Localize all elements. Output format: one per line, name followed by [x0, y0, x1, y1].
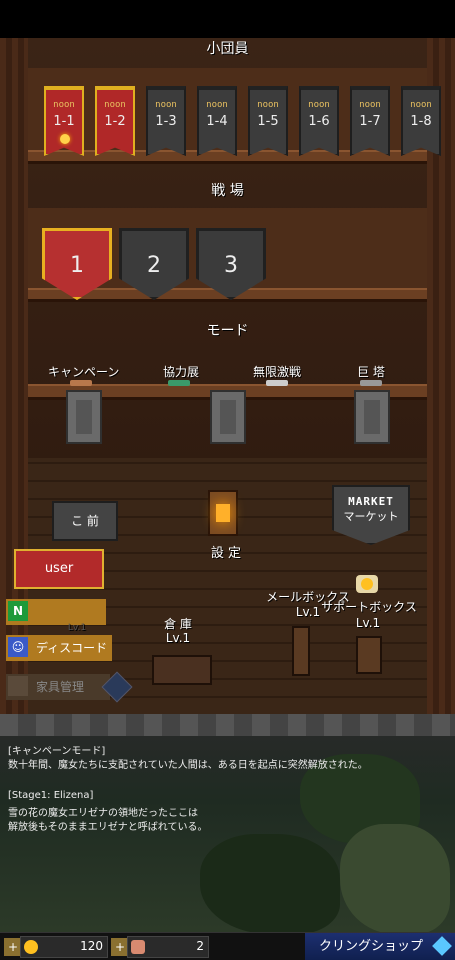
- mode-tower[interactable]: 巨 塔: [357, 363, 385, 380]
- squad-banner-7[interactable]: noon 1-7: [350, 86, 390, 156]
- market-sign-en: MARKET: [348, 495, 394, 508]
- support-box-label[interactable]: サポートボックス: [316, 598, 422, 615]
- coin-icon: [24, 940, 38, 954]
- tree-decoration-2: [200, 834, 340, 932]
- diamond-icon: [432, 936, 452, 956]
- squad-banner-5[interactable]: noon 1-5: [248, 86, 288, 156]
- squad-banner-4[interactable]: noon 1-4: [197, 86, 237, 156]
- squad-banner-tag: noon: [155, 100, 177, 110]
- discord-label: ディスコード: [36, 641, 108, 655]
- mode-title: モード: [206, 323, 249, 339]
- squad-banner-label: 1-5: [257, 114, 279, 129]
- squad-banner-tag: noon: [359, 100, 381, 110]
- story-mode-header: [キャンペーンモード]: [8, 746, 106, 757]
- stage-number: 1: [70, 253, 84, 278]
- squad-banner-label: 1-6: [308, 114, 330, 129]
- mode-endless[interactable]: 無限激戦: [253, 363, 301, 380]
- market-sign-jp: マーケット: [343, 510, 399, 523]
- story-stage-line1: 雪の花の魔女エリゼナの領地だったここは: [8, 808, 198, 819]
- back-sign[interactable]: こ 前: [52, 501, 118, 541]
- faint-level: Lv.1: [67, 623, 87, 633]
- squad-banner-tag: noon: [308, 100, 330, 110]
- sword-icon: [266, 380, 288, 386]
- coin-icon: [361, 578, 373, 590]
- story-panel: [キャンペーンモード] 数十年間、魔女たちに支配されていた人間は、ある日を起点に…: [0, 714, 455, 932]
- squad-banner-tag: noon: [104, 100, 126, 110]
- gold-counter: 120: [20, 936, 108, 958]
- squad-banner-8[interactable]: noon 1-8: [401, 86, 441, 156]
- mode-campaign[interactable]: キャンペーン: [48, 363, 119, 380]
- mode-hook-3: [354, 390, 390, 444]
- shop-label: クリングショップ: [319, 939, 424, 954]
- squad-title: 小団員: [206, 41, 249, 57]
- warehouse-level: Lv.1: [165, 631, 191, 645]
- n-icon: N: [8, 601, 28, 621]
- tree-decoration-3: [340, 824, 450, 932]
- discord-icon: ☺: [8, 637, 28, 657]
- squad-banner-tag: noon: [410, 100, 432, 110]
- mailbox-post[interactable]: [292, 626, 310, 676]
- squad-banner-6[interactable]: noon 1-6: [299, 86, 339, 156]
- campaign-icon: [70, 380, 92, 386]
- badge-icon: [60, 134, 70, 144]
- story-mode-text: 数十年間、魔女たちに支配されていた人間は、ある日を起点に突然解放された。: [8, 760, 368, 771]
- lantern-icon[interactable]: [208, 490, 238, 536]
- furniture-button[interactable]: 家具管理: [6, 674, 110, 700]
- squad-banner-label: 1-1: [53, 114, 75, 129]
- support-box-level: Lv.1: [355, 616, 381, 630]
- squad-banner-label: 1-7: [359, 114, 381, 129]
- fist-icon: [131, 940, 145, 954]
- cling-shop-button[interactable]: クリングショップ: [305, 933, 455, 960]
- squad-banner-tag: noon: [53, 100, 75, 110]
- squad-banner-1[interactable]: noon 1-1: [44, 86, 84, 156]
- top-black-bar: [0, 0, 455, 38]
- settings-label[interactable]: 設 定: [196, 542, 256, 561]
- squad-shelf-plank: [28, 150, 427, 164]
- tower-icon: [360, 380, 382, 386]
- squad-banner-label: 1-4: [206, 114, 228, 129]
- stage-number: 2: [147, 253, 161, 278]
- squad-banner-label: 1-3: [155, 114, 177, 129]
- coop-icon: [168, 380, 190, 386]
- warehouse-label[interactable]: 倉 庫: [150, 615, 206, 632]
- furniture-label: 家具管理: [36, 680, 85, 694]
- mode-hook-2: [210, 390, 246, 444]
- mode-hook-1: [66, 390, 102, 444]
- furniture-icon: [8, 676, 28, 696]
- main-board: 小団員 noon 1-1 noon 1-2 noon 1-3 noon 1-4 noon 1-5 n…: [0, 38, 455, 714]
- user-button[interactable]: user: [14, 549, 104, 589]
- fist-count: 2: [196, 939, 204, 953]
- stage-number: 3: [224, 253, 238, 278]
- bottom-bar: + 120 + 2 クリングショップ: [0, 932, 455, 960]
- fist-counter: 2: [127, 936, 209, 958]
- squad-banner-2[interactable]: noon 1-2: [95, 86, 135, 156]
- support-notice-bubble: [356, 575, 378, 593]
- story-panel-border: [0, 714, 455, 736]
- gold-count: 120: [80, 939, 103, 953]
- n-button[interactable]: N: [6, 599, 106, 625]
- discord-button[interactable]: ☺ ディスコード: [6, 635, 112, 661]
- mode-coop[interactable]: 協力展: [163, 363, 199, 380]
- squad-banner-3[interactable]: noon 1-3: [146, 86, 186, 156]
- squad-banner-label: 1-2: [104, 114, 126, 129]
- warehouse-chest[interactable]: [152, 655, 212, 685]
- support-box[interactable]: [356, 636, 382, 674]
- story-stage-line2: 解放後もそのままエリゼナと呼ばれている。: [8, 822, 208, 833]
- battlefield-title: 戦 場: [211, 183, 244, 199]
- story-stage-header: [Stage1: Elizena]: [8, 790, 94, 801]
- squad-banner-tag: noon: [257, 100, 279, 110]
- squad-banner-label: 1-8: [410, 114, 432, 129]
- squad-banner-tag: noon: [206, 100, 228, 110]
